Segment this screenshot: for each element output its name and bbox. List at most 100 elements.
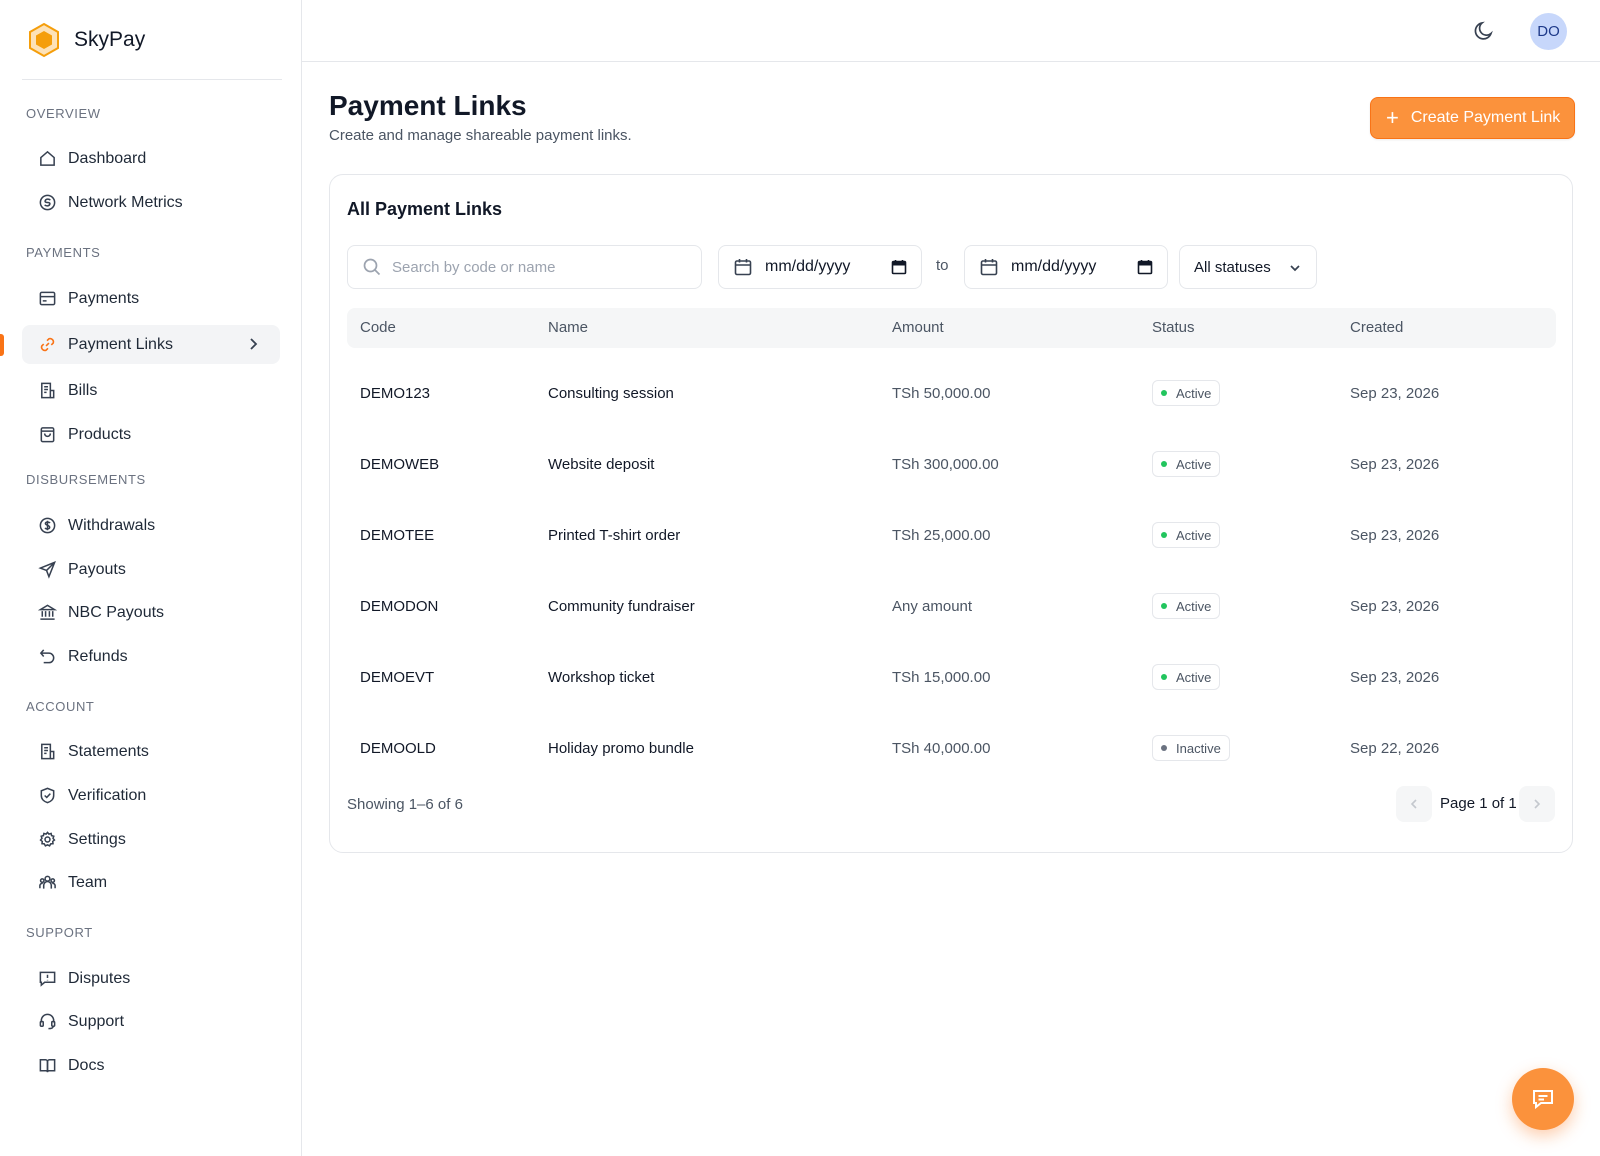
search-input[interactable]: Search by code or name <box>347 245 702 289</box>
sidebar-item-settings[interactable]: Settings <box>22 820 280 859</box>
create-payment-link-button[interactable]: + Create Payment Link <box>1370 97 1575 139</box>
date-picker-icon[interactable] <box>891 259 907 275</box>
section-title-disbursements: DISBURSEMENTS <box>26 472 146 487</box>
cell-amount: TSh 25,000.00 <box>892 527 991 544</box>
cell-code: DEMODON <box>360 598 439 615</box>
card-title: All Payment Links <box>347 199 503 219</box>
alert-message-icon <box>37 969 57 989</box>
sidebar-item-label: Statements <box>68 742 149 760</box>
status-filter-select[interactable]: All statuses <box>1179 245 1317 289</box>
sidebar-item-label: Products <box>68 425 132 443</box>
sidebar-item-bills[interactable]: Bills <box>22 371 280 410</box>
bank-icon <box>37 603 57 623</box>
sidebar-item-label: Bills <box>68 381 98 399</box>
sidebar-item-label: Support <box>68 1012 125 1030</box>
plus-icon: + <box>1386 105 1399 130</box>
column-header-created[interactable]: Created <box>1350 319 1403 336</box>
home-icon <box>37 149 57 169</box>
status-dot <box>1161 461 1167 467</box>
sidebar-item-dashboard[interactable]: Dashboard <box>22 139 280 178</box>
metrics-icon <box>37 193 57 213</box>
column-header-amount[interactable]: Amount <box>892 319 944 336</box>
chat-button[interactable] <box>1512 1068 1574 1130</box>
section-title-support: SUPPORT <box>26 925 93 940</box>
chevron-down-icon <box>1290 265 1300 272</box>
sidebar-item-payouts[interactable]: Payouts <box>22 550 280 589</box>
sidebar-item-label: Payment Links <box>68 335 173 353</box>
cell-name: Consulting session <box>548 385 674 402</box>
status-text: Active <box>1176 669 1212 685</box>
sidebar-item-products[interactable]: Products <box>22 415 280 454</box>
status-badge: Active <box>1152 380 1221 406</box>
topbar <box>302 0 1600 62</box>
active-indicator <box>0 334 4 356</box>
sidebar-item-support[interactable]: Support <box>22 1002 280 1041</box>
sidebar-item-nbc-payouts[interactable]: NBC Payouts <box>22 593 280 632</box>
status-dot <box>1161 745 1167 751</box>
date-from-input[interactable]: mm/dd/yyyy <box>718 245 922 289</box>
section-title-account: ACCOUNT <box>26 699 95 714</box>
sidebar-item-label: Team <box>68 873 108 891</box>
sidebar-item-docs[interactable]: Docs <box>22 1046 280 1085</box>
undo-icon <box>37 647 57 667</box>
table-row[interactable]: DEMODON Community fundraiser Any amount … <box>347 571 1556 642</box>
sidebar-item-statements[interactable]: Statements <box>22 732 280 771</box>
sidebar-item-payments[interactable]: Payments <box>22 279 280 318</box>
hexagon-logo-icon <box>29 22 59 57</box>
status-badge: Active <box>1152 664 1221 690</box>
next-page-button[interactable] <box>1519 786 1555 822</box>
create-button-label: Create Payment Link <box>1410 109 1561 126</box>
bag-icon <box>37 425 57 445</box>
gear-icon <box>37 830 57 850</box>
brand[interactable]: SkyPay <box>22 0 282 80</box>
search-placeholder: Search by code or name <box>392 258 556 276</box>
sidebar-item-withdrawals[interactable]: Withdrawals <box>22 506 280 545</box>
sidebar-item-refunds[interactable]: Refunds <box>22 637 280 676</box>
table-row[interactable]: DEMO123 Consulting session TSh 50,000.00… <box>347 358 1556 429</box>
moon-icon[interactable] <box>1471 18 1497 44</box>
status-badge: Active <box>1152 522 1221 548</box>
chevron-left-icon <box>1410 799 1417 809</box>
chat-icon <box>1533 1090 1553 1110</box>
cell-name: Printed T-shirt order <box>548 527 681 544</box>
prev-page-button[interactable] <box>1396 786 1432 822</box>
shield-check-icon <box>37 786 57 806</box>
sidebar-item-label: Payouts <box>68 560 126 578</box>
column-header-name[interactable]: Name <box>548 319 588 336</box>
sidebar-item-payment-links[interactable]: Payment Links <box>22 325 280 364</box>
table-row[interactable]: DEMOOLD Holiday promo bundle TSh 40,000.… <box>347 713 1556 784</box>
sidebar-item-label: Payments <box>68 289 140 307</box>
receipt-icon <box>37 381 57 401</box>
dollar-circle-icon <box>37 516 57 536</box>
avatar[interactable]: DO <box>1530 13 1567 50</box>
headset-icon <box>37 1012 57 1032</box>
pagination-summary: Showing 1–6 of 6 <box>347 796 463 813</box>
column-header-status[interactable]: Status <box>1152 319 1195 336</box>
table-row[interactable]: DEMOEVT Workshop ticket TSh 15,000.00 Ac… <box>347 642 1556 713</box>
table-header: Code Name Amount Status Created <box>347 308 1556 348</box>
statement-icon <box>37 742 57 762</box>
table-row[interactable]: DEMOTEE Printed T-shirt order TSh 25,000… <box>347 500 1556 571</box>
date-to-value: mm/dd/yyyy <box>1011 258 1097 275</box>
status-dot <box>1161 532 1167 538</box>
sidebar-item-disputes[interactable]: Disputes <box>22 959 280 998</box>
status-text: Active <box>1176 598 1212 614</box>
sidebar-item-team[interactable]: Team <box>22 863 280 902</box>
cell-name: Workshop ticket <box>548 669 655 686</box>
sidebar-item-verification[interactable]: Verification <box>22 776 280 815</box>
sidebar-item-network-metrics[interactable]: Network Metrics <box>22 183 280 222</box>
link-icon <box>37 335 57 355</box>
search-icon <box>363 258 381 276</box>
calendar-icon <box>980 259 998 276</box>
column-header-code[interactable]: Code <box>360 319 396 336</box>
sidebar-item-label: Verification <box>68 786 147 804</box>
sidebar-item-label: Docs <box>68 1056 105 1074</box>
sidebar-item-label: NBC Payouts <box>68 603 165 621</box>
table-row[interactable]: DEMOWEB Website deposit TSh 300,000.00 A… <box>347 429 1556 500</box>
date-range-to-label: to <box>936 257 949 274</box>
status-text: Inactive <box>1176 740 1221 756</box>
book-icon <box>37 1056 57 1076</box>
cell-amount: TSh 50,000.00 <box>892 385 991 402</box>
date-picker-icon[interactable] <box>1137 259 1153 275</box>
date-to-input[interactable]: mm/dd/yyyy <box>964 245 1168 289</box>
